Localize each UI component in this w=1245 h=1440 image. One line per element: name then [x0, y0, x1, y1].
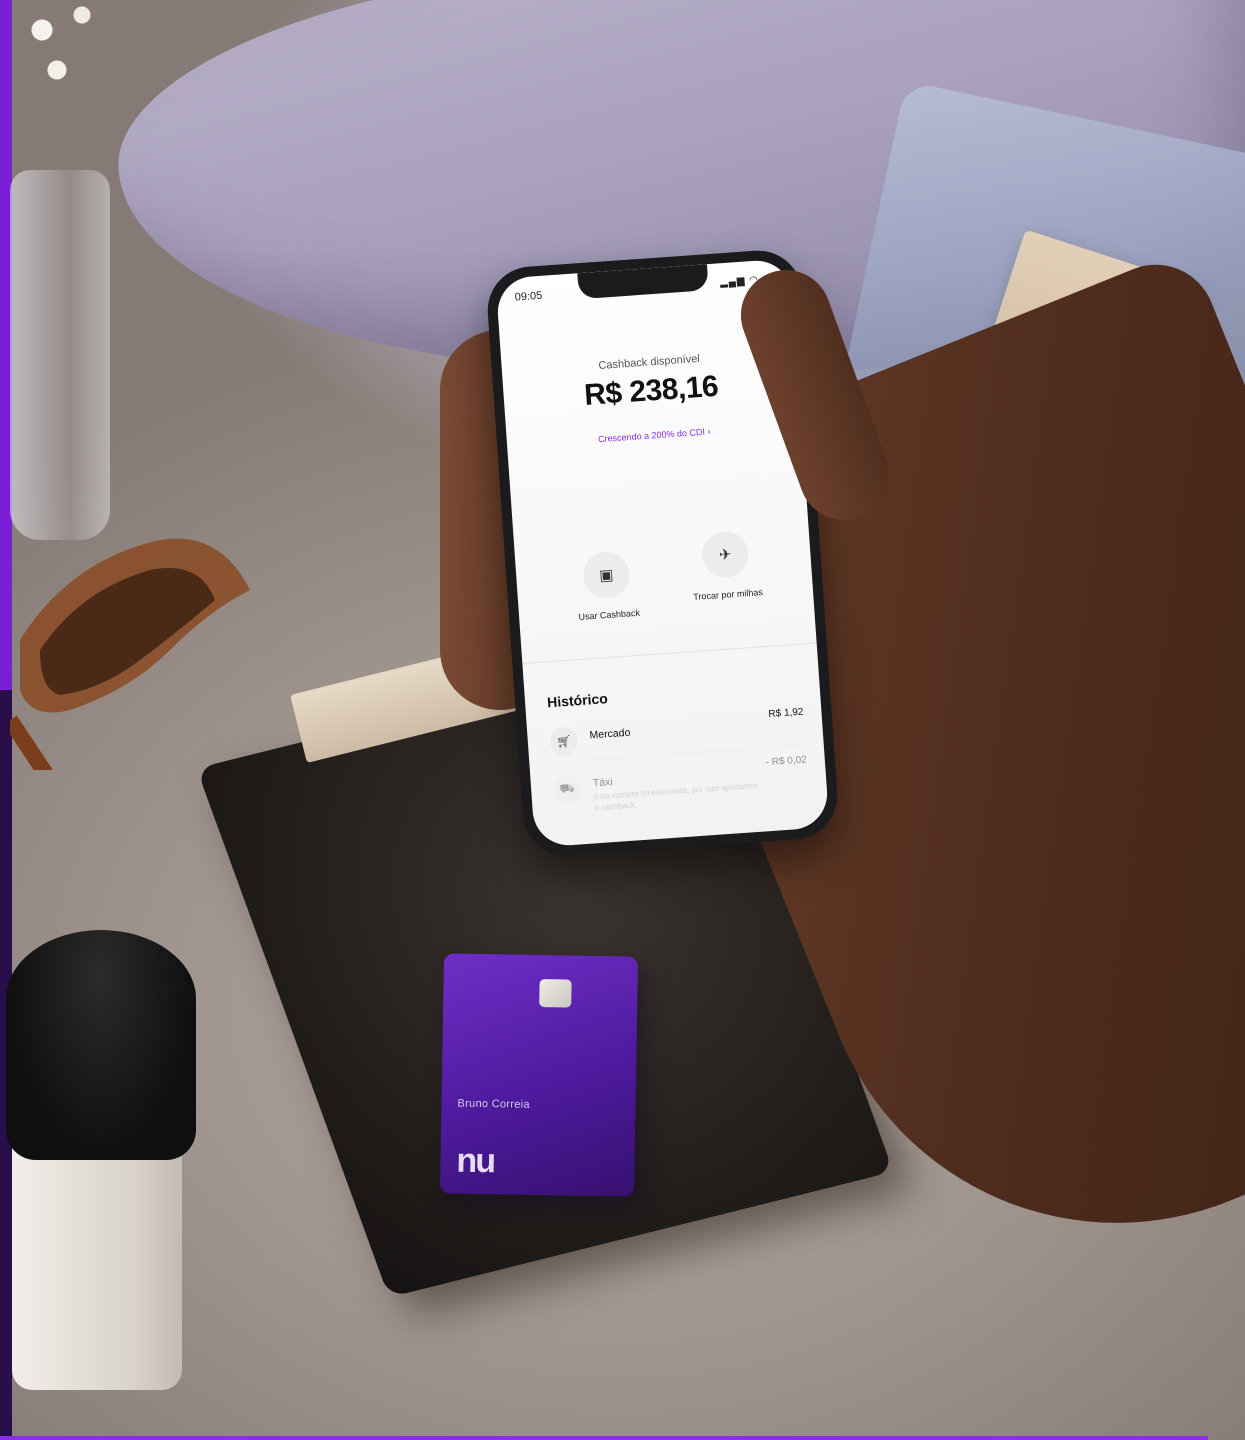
section-divider — [522, 642, 817, 665]
photo-scene: Bruno Correia nu 09:05 ▂▄▆ ◠ ▭ Cashback … — [0, 0, 1245, 1440]
car-icon: ⛟ — [552, 774, 583, 805]
use-cashback-button[interactable]: ▣ Usar Cashback — [545, 548, 669, 624]
card-holder-name: Bruno Correia — [457, 1097, 530, 1111]
credit-card: Bruno Correia nu — [439, 953, 639, 1197]
cdi-link-text: Crescendo a 200% do CDI — [597, 426, 706, 445]
cashback-icon: ▣ — [581, 550, 631, 600]
history-title: Histórico — [546, 690, 609, 711]
use-cashback-label: Usar Cashback — [578, 607, 641, 623]
airplane-icon: ✈ — [700, 530, 750, 580]
coffee-cup — [6, 930, 196, 1390]
glass-vase — [10, 170, 110, 540]
status-time: 09:05 — [514, 289, 543, 304]
history-row[interactable]: 🛒︎ Mercado R$ 1,92 — [548, 706, 806, 765]
flowers — [12, 0, 112, 120]
sunglasses — [10, 538, 250, 770]
miles-button[interactable]: ✈ Trocar por milhas — [664, 527, 788, 603]
signal-icon: ▂▄▆ — [719, 275, 746, 289]
card-chip — [539, 978, 572, 1008]
history-name: Mercado — [589, 726, 631, 742]
history-row[interactable]: ⛟ Táxi - R$ 0,02 Esta compra foi estorna… — [552, 754, 811, 832]
cdi-link[interactable]: Crescendo a 200% do CDI › — [507, 420, 802, 451]
cart-icon: 🛒︎ — [548, 726, 579, 757]
history-name: Táxi — [592, 776, 614, 790]
miles-label: Trocar por milhas — [692, 587, 764, 602]
history-value: - R$ 0,02 — [765, 754, 808, 769]
history-value: R$ 1,92 — [768, 706, 804, 720]
nu-logo: nu — [456, 1141, 495, 1181]
history-description: Esta compra foi estornada, por isso ajus… — [593, 780, 759, 813]
chevron-right-icon: › — [707, 426, 711, 437]
cup-lid — [6, 930, 196, 1160]
purple-edge-bottom — [0, 1436, 1208, 1440]
